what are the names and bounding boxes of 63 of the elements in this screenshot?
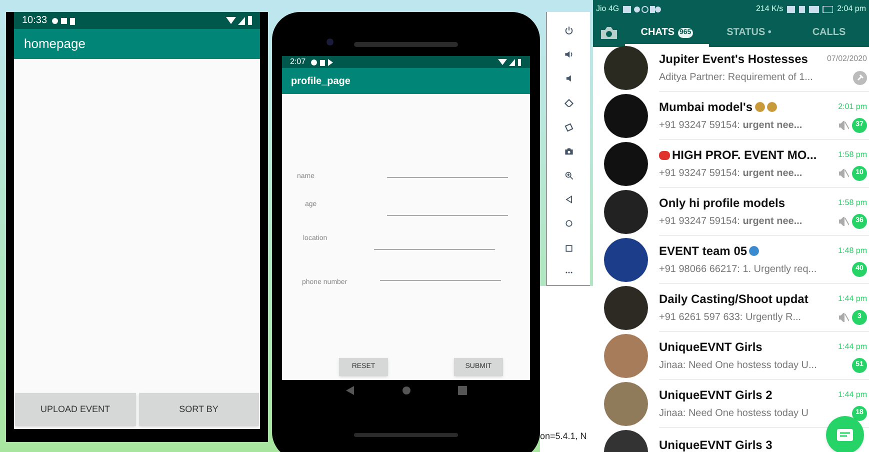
tab-label: CHATS xyxy=(640,26,674,40)
status-text: on=5.4.1, N xyxy=(540,430,587,442)
chat-name: Jupiter Event's Hostesses xyxy=(659,51,808,68)
chat-time: 1:58 pm xyxy=(838,197,867,209)
app-title: homepage xyxy=(24,35,86,54)
status-icons xyxy=(310,58,333,66)
action-button[interactable]: UPLOAD EVENT xyxy=(15,393,136,426)
message-preview: Aditya Partner: Requirement of 1... xyxy=(659,71,813,85)
avatar-placeholder xyxy=(604,190,648,234)
status-time: 2:04 pm xyxy=(837,3,866,15)
status-time: 2:07 xyxy=(290,56,306,68)
chat-name: Daily Casting/Shoot updat xyxy=(659,291,808,308)
action-button[interactable]: SORT BY xyxy=(138,393,259,426)
avatar-placeholder xyxy=(604,238,648,282)
emoji-icon xyxy=(659,150,670,160)
emoji-icon xyxy=(749,246,760,256)
avatar-placeholder xyxy=(604,286,648,330)
message-preview: +91 93247 59154: urgent nee... xyxy=(659,215,802,229)
chat-row[interactable]: Jupiter Event's Hostesses 07/02/2020 Aditya Partner: Requirement of 1... xyxy=(593,44,869,92)
avatar-placeholder xyxy=(604,94,648,138)
chat-time: 2:01 pm xyxy=(838,101,867,113)
chat-name: Mumbai model's xyxy=(659,99,753,116)
avatar-placeholder xyxy=(604,46,648,90)
message-preview: +91 93247 59154: urgent nee... xyxy=(659,167,802,181)
camera-icon[interactable] xyxy=(601,26,617,38)
message-preview: Jinaa: Need One hostess today U xyxy=(659,407,809,421)
message-preview: +91 93247 59154: urgent nee... xyxy=(659,119,802,133)
tab[interactable]: STATUS • xyxy=(709,18,789,47)
message-preview: +91 6261 597 633: Urgently R... xyxy=(659,311,802,325)
chat-name: Only hi profile models xyxy=(659,195,786,212)
camera-icon xyxy=(326,38,334,46)
chat-name: UniqueEVNT Girls 3 xyxy=(659,437,772,452)
status-icons xyxy=(787,6,834,12)
chat-time: 1:44 pm xyxy=(838,293,867,305)
tab[interactable]: CALLS xyxy=(789,18,869,47)
carrier-text: Jio 4G xyxy=(596,3,620,15)
avatar-placeholder xyxy=(604,142,648,186)
avatar-placeholder xyxy=(604,382,648,426)
tab-label: CALLS xyxy=(812,26,846,40)
chat-name: HIGH PROF. EVENT MO... xyxy=(672,147,817,164)
signal-battery-icon xyxy=(226,16,252,25)
emoji-icon xyxy=(754,102,765,112)
speed-text: 214 K/s xyxy=(756,3,784,15)
message-preview: +91 98066 66217: 1. Urgently req... xyxy=(659,263,817,277)
status-icons xyxy=(52,16,76,24)
emoji-icon xyxy=(766,102,777,112)
chat-name: EVENT team 05 xyxy=(659,243,748,260)
message-preview: Jinaa: Need One hostess today U... xyxy=(659,359,817,373)
chat-time: 1:48 pm xyxy=(838,245,867,257)
chat-name: UniqueEVNT Girls xyxy=(659,339,762,356)
chat-name: UniqueEVNT Girls 2 xyxy=(659,387,772,404)
chat-time: 1:58 pm xyxy=(838,149,867,161)
signal-battery-icon xyxy=(498,58,522,66)
message-icon xyxy=(837,429,853,441)
rotate-left-icon[interactable] xyxy=(562,98,576,108)
app-title: profile_page xyxy=(291,74,350,88)
chat-time: 07/02/2020 xyxy=(826,53,867,65)
tab-label: STATUS • xyxy=(726,26,772,40)
status-icons xyxy=(623,6,662,12)
status-time: 10:33 xyxy=(22,14,48,28)
chat-time: 1:44 pm xyxy=(838,389,867,401)
avatar-placeholder xyxy=(604,334,648,378)
chat-time: 1:44 pm xyxy=(838,341,867,353)
